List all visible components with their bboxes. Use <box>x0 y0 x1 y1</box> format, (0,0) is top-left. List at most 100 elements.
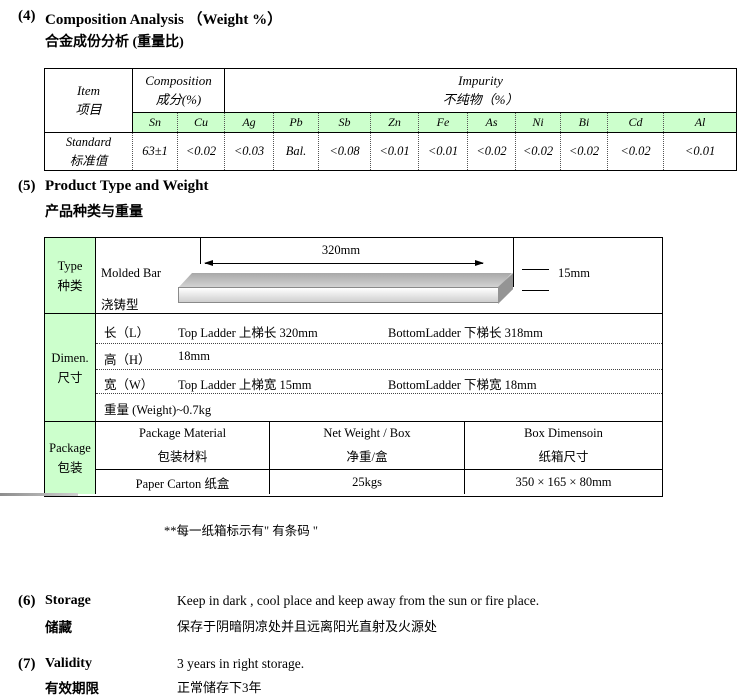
measure-line-right <box>513 238 514 287</box>
item-header-cell: Item 项目 <box>45 69 133 133</box>
section4-subtitle: 合金成份分析 (重量比) <box>45 31 184 51</box>
package-row-content: Package Material 包装材料 Net Weight / Box 净… <box>96 422 662 494</box>
element-header-ni: Ni <box>516 113 561 133</box>
section5-title: Product Type and Weight <box>45 178 209 195</box>
spec-document-page: { "section4": { "num": "(4)", "title": "… <box>0 0 750 695</box>
box-dimension-value: 350 × 165 × 80mm <box>465 470 662 494</box>
length-top-value: Top Ladder 上梯长 320mm <box>178 322 318 341</box>
element-header-cd: Cd <box>608 113 664 133</box>
dimen-label-en: Dimen. <box>51 348 88 368</box>
value-as: <0.02 <box>468 133 516 171</box>
element-header-pb: Pb <box>274 113 319 133</box>
bar-top-face <box>178 273 512 288</box>
width-bottom-value: BottomLadder 下梯宽 18mm <box>388 374 537 393</box>
value-fe: <0.01 <box>419 133 468 171</box>
value-sn: 63±1 <box>133 133 178 171</box>
value-cd: <0.02 <box>608 133 664 171</box>
standard-label-en: Standard <box>45 133 132 151</box>
weight-sub-row: 重量 (Weight)~0.7kg <box>96 394 662 422</box>
dimen-label-zh: 尺寸 <box>57 368 82 388</box>
package-material-en: Package Material <box>139 426 226 441</box>
section6-title: Storage <box>45 593 91 609</box>
element-header-ag: Ag <box>225 113 274 133</box>
section6-title-zh: 储藏 <box>45 616 72 636</box>
net-weight-header: Net Weight / Box 净重/盒 <box>270 422 465 469</box>
value-cu: <0.02 <box>178 133 225 171</box>
barcode-footnote: **每一纸箱标示有" 有条码 " <box>164 520 318 539</box>
section5-number: (5) <box>18 178 36 195</box>
type-row: Type 种类 Molded Bar 浇铸型 320mm 15mm <box>45 238 662 314</box>
package-values-row: Paper Carton 纸盒 25kgs 350 × 165 × 80mm <box>96 470 662 494</box>
value-sb: <0.08 <box>319 133 371 171</box>
composition-header-cell: Composition 成分(%) <box>133 69 225 113</box>
product-table: Type 种类 Molded Bar 浇铸型 320mm 15mm Dimen.… <box>44 237 663 497</box>
section4-title: Composition Analysis （Weight %） <box>45 8 282 29</box>
item-label-zh: 项目 <box>45 101 132 120</box>
bar-height-label: 15mm <box>558 266 590 281</box>
validity-text-zh: 正常储存下3年 <box>177 677 262 696</box>
dimension-row-header: Dimen. 尺寸 <box>45 314 96 421</box>
box-dimension-zh: 纸箱尺寸 <box>538 446 588 465</box>
composition-table: Item 项目 Composition 成分(%) Impurity 不纯物（%… <box>44 68 737 171</box>
box-dimension-en: Box Dimensoin <box>524 426 603 441</box>
type-label-en: Type <box>58 256 83 276</box>
element-header-cu: Cu <box>178 113 225 133</box>
element-header-al: Al <box>664 113 737 133</box>
page-edge-artifact <box>0 493 78 496</box>
box-dimension-header: Box Dimensoin 纸箱尺寸 <box>465 422 662 469</box>
section4-number: (4) <box>18 8 36 25</box>
package-material-value: Paper Carton 纸盒 <box>96 470 270 494</box>
height-tick-top <box>522 269 549 270</box>
impurity-header-cell: Impurity 不纯物（%） <box>225 69 737 113</box>
package-label-en: Package <box>49 438 91 458</box>
net-weight-zh: 净重/盒 <box>347 446 388 465</box>
value-bi: <0.02 <box>561 133 608 171</box>
storage-text-en: Keep in dark , cool place and keep away … <box>177 593 539 609</box>
net-weight-value: 25kgs <box>270 470 465 494</box>
item-label-en: Item <box>45 82 132 101</box>
package-header-row: Package Material 包装材料 Net Weight / Box 净… <box>96 422 662 470</box>
package-material-header: Package Material 包装材料 <box>96 422 270 469</box>
element-header-fe: Fe <box>419 113 468 133</box>
element-header-as: As <box>468 113 516 133</box>
section7-title-zh: 有效期限 <box>45 677 99 697</box>
section5-subtitle: 产品种类与重量 <box>45 201 143 221</box>
standard-label-zh: 标准值 <box>45 152 132 170</box>
weight-value: 重量 (Weight)~0.7kg <box>104 399 211 418</box>
net-weight-en: Net Weight / Box <box>323 426 410 441</box>
value-ag: <0.03 <box>225 133 274 171</box>
composition-label-en: Composition <box>133 72 224 91</box>
section6-number: (6) <box>18 593 36 610</box>
height-label: 高（H） <box>104 349 151 368</box>
type-label-zh: 种类 <box>57 276 82 296</box>
storage-text-zh: 保存于阴暗阴凉处并且远离阳光直射及火源处 <box>177 616 437 635</box>
value-al: <0.01 <box>664 133 737 171</box>
width-label: 宽（W） <box>104 374 153 393</box>
dimension-row-content: 长（L） Top Ladder 上梯长 320mm BottomLadder 下… <box>96 314 662 421</box>
type-row-header: Type 种类 <box>45 238 96 313</box>
height-value: 18mm <box>178 349 210 364</box>
standard-row-label: Standard 标准值 <box>45 133 133 171</box>
height-sub-row: 高（H） 18mm <box>96 344 662 370</box>
length-dimension-arrow <box>205 263 483 264</box>
element-header-sn: Sn <box>133 113 178 133</box>
bar-length-label: 320mm <box>276 243 406 258</box>
composition-label-zh: 成分(%) <box>133 91 224 110</box>
impurity-label-zh: 不纯物（%） <box>225 91 736 110</box>
value-ni: <0.02 <box>516 133 561 171</box>
height-tick-bottom <box>522 290 549 291</box>
bar-front-face <box>178 287 499 303</box>
molded-bar-label: Molded Bar <box>101 266 161 281</box>
length-sub-row: 长（L） Top Ladder 上梯长 320mm BottomLadder 下… <box>96 314 662 344</box>
section7-title: Validity <box>45 656 92 672</box>
value-zn: <0.01 <box>371 133 419 171</box>
molded-bar-label-zh: 浇铸型 <box>101 294 139 313</box>
length-bottom-value: BottomLadder 下梯长 318mm <box>388 322 543 341</box>
package-label-zh: 包装 <box>57 458 82 478</box>
type-row-content: Molded Bar 浇铸型 320mm 15mm <box>96 238 662 313</box>
element-header-sb: Sb <box>319 113 371 133</box>
package-row-header: Package 包装 <box>45 422 96 494</box>
element-header-bi: Bi <box>561 113 608 133</box>
element-header-zn: Zn <box>371 113 419 133</box>
measure-line-left <box>200 238 201 264</box>
